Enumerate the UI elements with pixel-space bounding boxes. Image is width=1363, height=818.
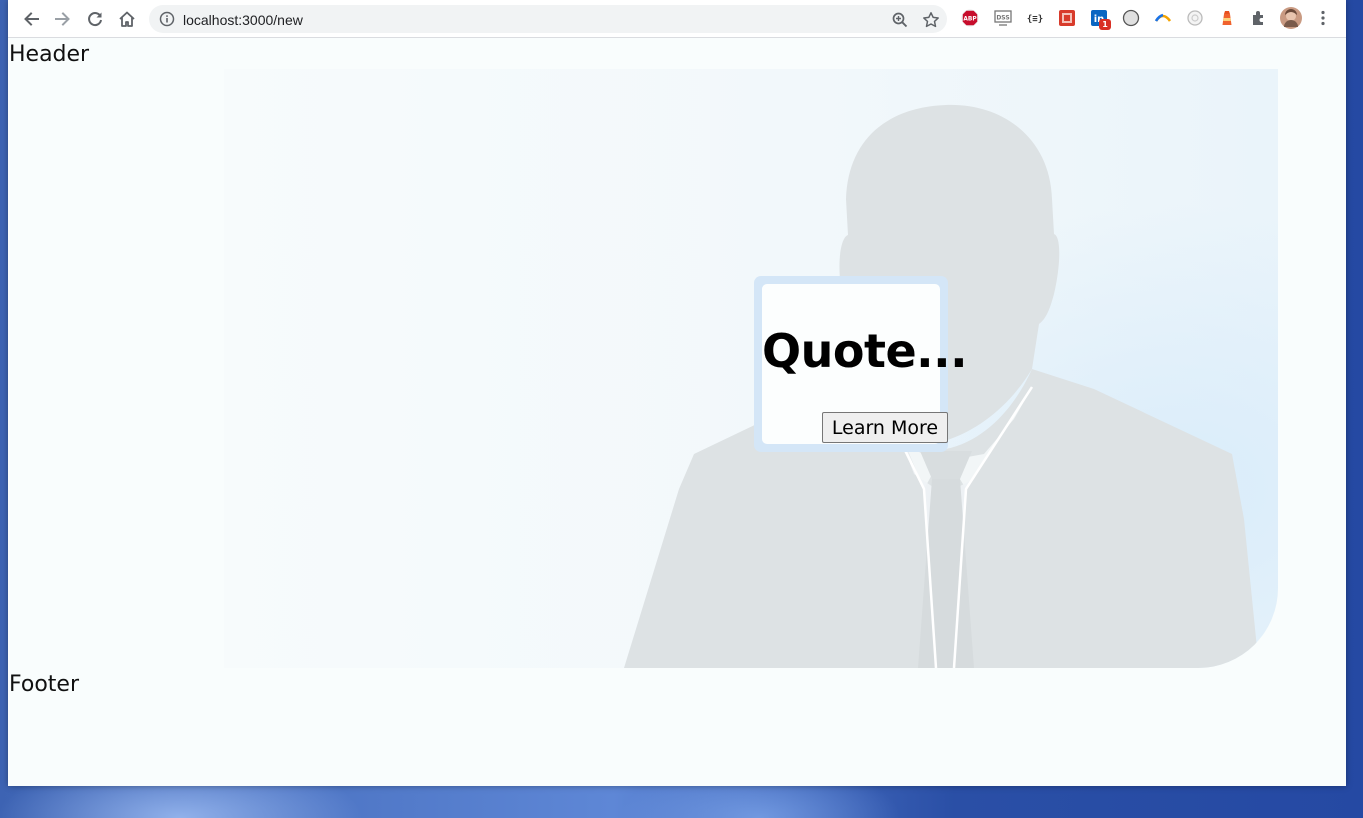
back-button[interactable] <box>18 6 44 32</box>
svg-text:DSS: DSS <box>996 15 1009 22</box>
extensions-puzzle-icon[interactable] <box>1250 9 1268 27</box>
circle-extension-icon[interactable] <box>1186 9 1204 27</box>
reload-icon <box>88 12 102 27</box>
adblock-plus-icon[interactable]: ABP <box>961 9 979 27</box>
home-icon <box>119 11 135 27</box>
quote-text: Quote... <box>762 324 968 378</box>
colorful-arc-icon[interactable] <box>1154 9 1172 27</box>
linkedin-icon[interactable]: in 1 <box>1090 9 1111 30</box>
more-options-icon[interactable] <box>1314 9 1332 27</box>
learn-more-button[interactable]: Learn More <box>822 412 948 443</box>
bookmark-star-icon[interactable] <box>922 11 940 29</box>
businessman-silhouette-image <box>624 104 1259 668</box>
zoom-icon[interactable] <box>891 11 909 29</box>
browser-window: localhost:3000/new ABP DSS {≡} 1 Header … <box>8 0 1346 786</box>
svg-text:ABP: ABP <box>963 17 977 23</box>
quote-card-inner: Quote... Learn More <box>762 284 968 444</box>
url-text[interactable]: localhost:3000/new <box>183 12 303 28</box>
dss-extension-icon[interactable]: DSS <box>994 9 1012 27</box>
page-content: Header Quote... Learn More Footer <box>8 38 1346 786</box>
info-icon[interactable] <box>159 11 175 27</box>
json-viewer-icon[interactable]: {≡} <box>1026 9 1044 27</box>
home-button[interactable] <box>114 6 140 32</box>
dark-mode-icon[interactable] <box>1122 9 1140 27</box>
notification-badge: 1 <box>1099 19 1111 30</box>
page-footer: Footer <box>9 672 79 697</box>
lighthouse-icon[interactable] <box>1218 9 1236 27</box>
page-header: Header <box>9 42 90 67</box>
red-extension-icon[interactable] <box>1058 9 1076 27</box>
hero-banner: Quote... Learn More <box>224 69 1278 668</box>
address-bar[interactable]: localhost:3000/new <box>149 5 947 33</box>
reload-button[interactable] <box>82 6 108 32</box>
arrow-left-icon <box>24 12 39 26</box>
browser-toolbar: localhost:3000/new ABP DSS {≡} 1 <box>8 0 1346 38</box>
svg-text:{≡}: {≡} <box>1027 15 1043 25</box>
forward-button[interactable] <box>50 6 76 32</box>
quote-card: Quote... Learn More <box>754 276 968 452</box>
arrow-right-icon <box>55 12 70 26</box>
profile-avatar[interactable] <box>1280 7 1302 29</box>
